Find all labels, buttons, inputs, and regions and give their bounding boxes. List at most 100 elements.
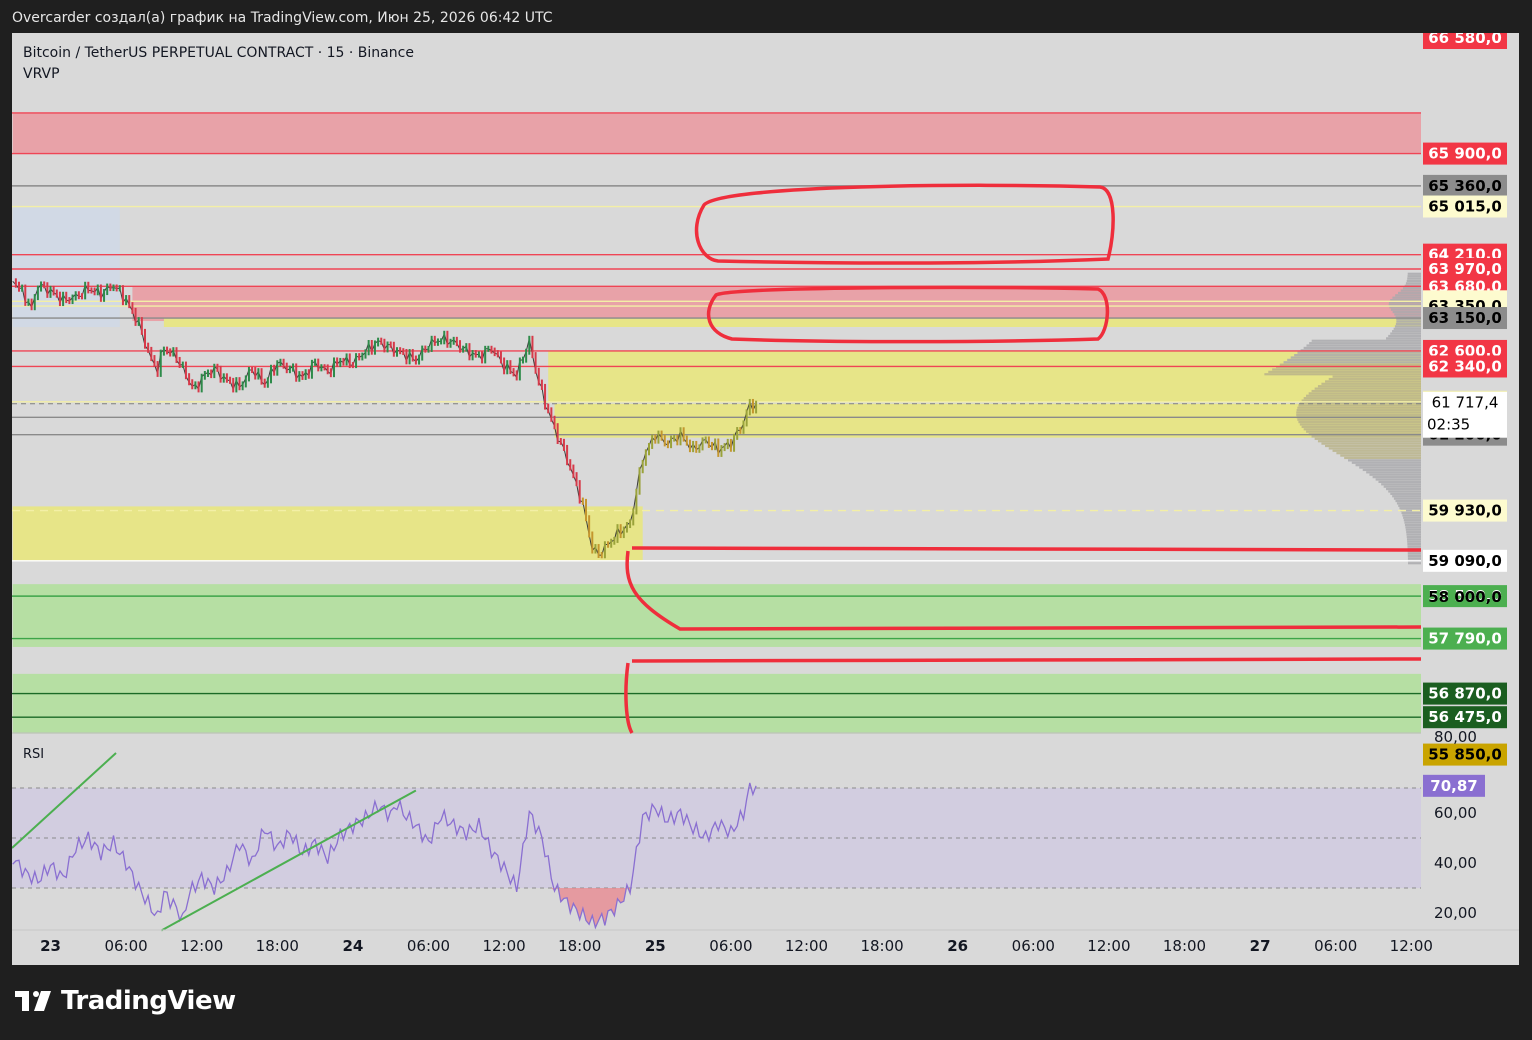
price-axis-label: 62 340,0: [1423, 355, 1507, 378]
volume-profile-row: [1279, 363, 1421, 366]
volume-profile-row: [1325, 380, 1421, 383]
volume-profile-row: [1403, 519, 1421, 522]
volume-profile-row: [1388, 334, 1421, 338]
time-axis-label: 26: [947, 937, 968, 955]
rsi-axis-label: 60,00: [1434, 804, 1477, 822]
volume-profile-row: [1392, 330, 1421, 333]
volume-profile-row: [1290, 356, 1421, 359]
tradingview-logo-icon: [15, 991, 51, 1011]
volume-profile-row: [1390, 308, 1421, 311]
volume-profile-row: [1264, 373, 1421, 376]
time-axis-label: 12:00: [1390, 937, 1433, 955]
price-label-text: 66 580,0: [1428, 33, 1502, 47]
price-label-text: 62 340,0: [1428, 357, 1502, 375]
time-axis-label: 12:00: [785, 937, 828, 955]
price-axis-label: 59 090,0: [1423, 549, 1507, 572]
volume-profile-row: [1362, 468, 1421, 472]
volume-profile-row: [1400, 289, 1421, 292]
volume-profile-row: [1272, 368, 1421, 371]
time-axis-label: 12:00: [482, 937, 525, 955]
volume-profile-row: [1311, 339, 1421, 342]
volume-profile-row: [1407, 540, 1421, 543]
volume-profile-row: [1386, 487, 1421, 491]
volume-profile-row: [1395, 322, 1421, 326]
volume-profile-row: [1303, 397, 1421, 400]
chart-header: Overcarder создал(а) график на TradingVi…: [12, 10, 553, 26]
volume-profile-row: [1406, 279, 1421, 283]
price-axis-label: 63 150,0: [1423, 307, 1507, 330]
annotation-ellipse: [694, 183, 1115, 265]
volume-profile-row: [1298, 404, 1421, 407]
volume-profile-row: [1283, 361, 1421, 364]
volume-profile-row: [1405, 282, 1421, 285]
time-axis-label: 27: [1250, 937, 1271, 955]
price-axis-label: 55 850,0: [1423, 743, 1507, 766]
time-axis-label: 06:00: [407, 937, 450, 955]
zone-blue-1: [12, 206, 120, 328]
volume-profile-row: [1303, 428, 1421, 431]
volume-profile-row: [1408, 562, 1421, 565]
rsi-last-label: 70,87: [1423, 774, 1485, 797]
volume-profile-row: [1328, 447, 1421, 450]
time-axis-label: 25: [645, 937, 666, 955]
chart-frame[interactable]: 66 580,0 65 900,0 65 360,0 65 015,0 64 210,0…: [12, 33, 1519, 965]
chart-canvas[interactable]: 66 580,065 900,065 360,065 015,064 210,0…: [12, 33, 1519, 965]
volume-profile-row: [1294, 354, 1421, 357]
price-label-text: 59 930,0: [1428, 502, 1502, 520]
volume-profile-row: [1378, 480, 1421, 483]
volume-profile-row: [1406, 533, 1421, 536]
zone-red-2: [132, 286, 1421, 322]
volume-profile-row: [1366, 471, 1421, 474]
price-axis-label: 56 870,0: [1423, 682, 1507, 705]
volume-profile-row: [1407, 272, 1421, 275]
volume-profile-row: [1317, 440, 1421, 443]
volume-profile-row: [1398, 291, 1421, 295]
volume-profile-row: [1401, 511, 1421, 515]
price-axis-label: 57 790,0: [1423, 627, 1507, 650]
volume-profile-row: [1386, 337, 1421, 340]
price-label-text: 65 015,0: [1428, 198, 1502, 216]
volume-profile-row: [1404, 523, 1421, 527]
volume-profile-row: [1402, 287, 1421, 290]
time-axis-label: 06:00: [1314, 937, 1357, 955]
volume-profile-row: [1325, 444, 1421, 448]
volume-profile-row: [1314, 437, 1421, 440]
zone-red-0: [12, 112, 1422, 154]
volume-profile-row: [1390, 492, 1421, 495]
volume-profile-row: [1388, 490, 1421, 493]
indicator-label[interactable]: VRVP: [23, 66, 60, 82]
volume-profile-row: [1407, 545, 1421, 548]
volume-profile-row: [1311, 389, 1421, 393]
volume-profile-row: [1359, 466, 1421, 469]
volume-profile-row: [1396, 320, 1421, 323]
volume-profile-row: [1355, 464, 1421, 467]
volume-profile-row: [1268, 370, 1421, 373]
price-label-text: 59 090,0: [1428, 552, 1502, 570]
volume-profile-row: [1332, 375, 1421, 378]
volume-profile-row: [1392, 310, 1421, 314]
volume-profile-row: [1347, 459, 1421, 462]
volume-profile-row: [1308, 392, 1421, 395]
tradingview-logo[interactable]: TradingView: [15, 986, 236, 1016]
price-label-text: 55 850,0: [1428, 746, 1502, 764]
rsi-title[interactable]: RSI: [23, 747, 44, 762]
brand-text: TradingView: [61, 986, 236, 1016]
zone-yellow-3: [163, 318, 1421, 328]
volume-profile-row: [1332, 449, 1421, 452]
volume-profile-row: [1405, 528, 1421, 531]
volume-profile-row: [1299, 423, 1421, 426]
time-axis-label: 12:00: [1087, 937, 1130, 955]
volume-profile-row: [1392, 495, 1421, 498]
zone-yellow-4: [548, 350, 1421, 402]
time-axis-label: 06:00: [1012, 937, 1055, 955]
time-axis-label: 06:00: [709, 937, 752, 955]
volume-profile-row: [1369, 473, 1421, 476]
annotations-layer: [624, 183, 1422, 734]
price-axis-label: 56 475,0: [1423, 706, 1507, 729]
volume-profile-row: [1351, 461, 1421, 464]
volume-profile-row: [1404, 521, 1421, 524]
price-axis-label: 59 930,0: [1423, 499, 1507, 522]
volume-profile-row: [1406, 531, 1421, 534]
volume-profile-row: [1392, 296, 1421, 299]
symbol-title[interactable]: Bitcoin / TetherUS PERPETUAL CONTRACT · …: [23, 45, 414, 61]
